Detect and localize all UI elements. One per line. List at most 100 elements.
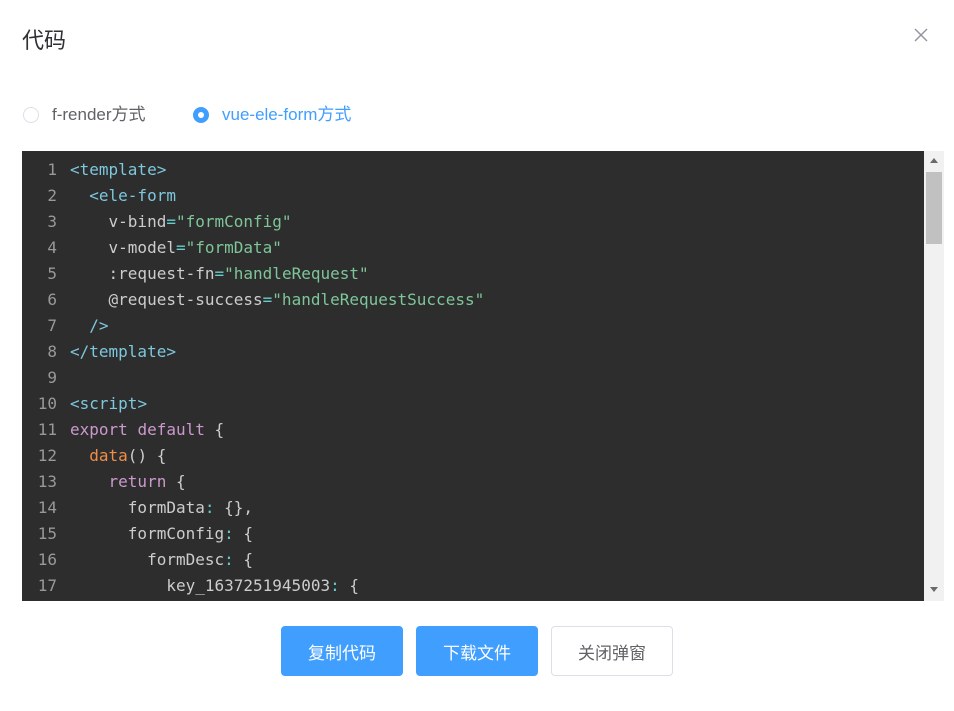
line-code: :request-fn="handleRequest" — [70, 261, 369, 287]
code-token: data — [89, 446, 128, 465]
code-dialog: 代码 f-render方式 vue-ele-form方式 1 <template>… — [0, 0, 954, 711]
scroll-down-arrow[interactable] — [930, 587, 938, 592]
close-button[interactable] — [909, 23, 933, 47]
mode-radio-group: f-render方式 vue-ele-form方式 — [0, 105, 954, 125]
code-token: "formData" — [185, 238, 282, 257]
code-token: { — [175, 472, 186, 491]
code-token: { — [243, 524, 254, 543]
code-line: 15 formConfig: { — [22, 521, 924, 547]
code-line: 17 key_1637251945003: { — [22, 573, 924, 599]
code-token: "formConfig" — [175, 212, 292, 231]
line-number: 2 — [47, 186, 57, 205]
code-token: , — [243, 498, 254, 517]
radio-circle[interactable] — [23, 107, 39, 123]
code-line: 6 @request-success="handleRequestSuccess… — [22, 287, 924, 313]
code-line: 16 formDesc: { — [22, 547, 924, 573]
line-code: @request-success="handleRequestSuccess" — [70, 287, 485, 313]
code-line: 8 </template> — [22, 339, 924, 365]
code-token: { — [243, 550, 254, 569]
code-token: : — [224, 550, 234, 569]
code-token: formConfig — [127, 524, 225, 543]
copy-code-button[interactable]: 复制代码 — [281, 626, 403, 676]
line-number: 11 — [37, 420, 57, 439]
code-token: <template — [70, 160, 157, 179]
radio-f-render[interactable]: f-render方式 — [23, 105, 146, 125]
close-icon — [914, 28, 928, 42]
line-number: 14 — [37, 498, 57, 517]
line-number: 12 — [37, 446, 57, 465]
code-token: "handleRequestSuccess" — [272, 290, 485, 309]
line-code: <ele-form — [70, 183, 176, 209]
line-number: 5 — [47, 264, 57, 283]
line-code: export default { — [70, 417, 224, 443]
code-token: = — [214, 264, 225, 283]
code-token: ( — [127, 446, 138, 465]
code-token: } — [233, 498, 244, 517]
line-number: 1 — [47, 160, 57, 179]
code-token: = — [175, 238, 186, 257]
code-token: /> — [89, 316, 109, 335]
scroll-up-arrow[interactable] — [930, 158, 938, 163]
line-code: v-bind="formConfig" — [70, 209, 292, 235]
radio-label: f-render方式 — [52, 105, 146, 124]
code-line: 9 — [22, 365, 924, 391]
code-token: return — [108, 472, 167, 491]
line-code: /> — [70, 313, 109, 339]
line-code: key_1637251945003: { — [70, 573, 359, 599]
code-lines: 1 <template> 2 <ele-form 3 v-bind="formConf… — [22, 157, 924, 599]
code-token: : — [330, 576, 340, 595]
code-line: 5 :request-fn="handleRequest" — [22, 261, 924, 287]
code-token: { — [214, 420, 225, 439]
code-token: > — [137, 394, 148, 413]
line-number: 16 — [37, 550, 57, 569]
radio-circle[interactable] — [193, 107, 209, 123]
code-line: 4 v-model="formData" — [22, 235, 924, 261]
line-code: </template> — [70, 339, 176, 365]
line-number: 15 — [37, 524, 57, 543]
code-token: = — [166, 212, 176, 231]
code-line: 14 formData: {}, — [22, 495, 924, 521]
radio-label: vue-ele-form方式 — [222, 105, 352, 124]
code-line: 13 return { — [22, 469, 924, 495]
code-token: v-bind — [108, 212, 167, 231]
code-token: default — [137, 420, 205, 439]
code-token: formDesc — [147, 550, 225, 569]
line-code: <script> — [70, 391, 147, 417]
code-token: : — [224, 524, 234, 543]
code-token: @request-success — [108, 290, 263, 309]
code-token: > — [166, 342, 176, 361]
code-token: key_1637251945003 — [166, 576, 331, 595]
code-token: { — [156, 446, 167, 465]
line-number: 6 — [47, 290, 57, 309]
line-code: v-model="formData" — [70, 235, 282, 261]
code-token: <script — [70, 394, 138, 413]
line-number: 3 — [47, 212, 57, 231]
download-file-button[interactable]: 下载文件 — [416, 626, 538, 676]
code-line: 3 v-bind="formConfig" — [22, 209, 924, 235]
vertical-scrollbar[interactable] — [924, 151, 944, 601]
code-token: <ele-form — [89, 186, 176, 205]
code-line: 12 data() { — [22, 443, 924, 469]
line-code: return { — [70, 469, 186, 495]
line-code: formDesc: { — [70, 547, 253, 573]
line-number: 10 — [37, 394, 57, 413]
line-number: 4 — [47, 238, 57, 257]
line-code: <template> — [70, 157, 166, 183]
code-line: 7 /> — [22, 313, 924, 339]
line-number: 8 — [47, 342, 57, 361]
scrollbar-thumb[interactable] — [926, 172, 942, 244]
dialog-footer: 复制代码 下载文件 关闭弹窗 — [0, 626, 954, 676]
radio-vue-ele-form[interactable]: vue-ele-form方式 — [193, 105, 351, 125]
line-code: data() { — [70, 443, 166, 469]
line-code: formData: {}, — [70, 495, 253, 521]
line-number: 9 — [47, 368, 57, 387]
code-token: export — [70, 420, 128, 439]
close-dialog-button[interactable]: 关闭弹窗 — [551, 626, 673, 676]
line-number: 17 — [37, 576, 57, 595]
dialog-title: 代码 — [22, 28, 67, 53]
line-number: 7 — [47, 316, 57, 335]
code-editor[interactable]: 1 <template> 2 <ele-form 3 v-bind="formConf… — [22, 151, 944, 601]
code-token: { — [349, 576, 360, 595]
code-token: </template — [70, 342, 167, 361]
code-token: = — [262, 290, 273, 309]
